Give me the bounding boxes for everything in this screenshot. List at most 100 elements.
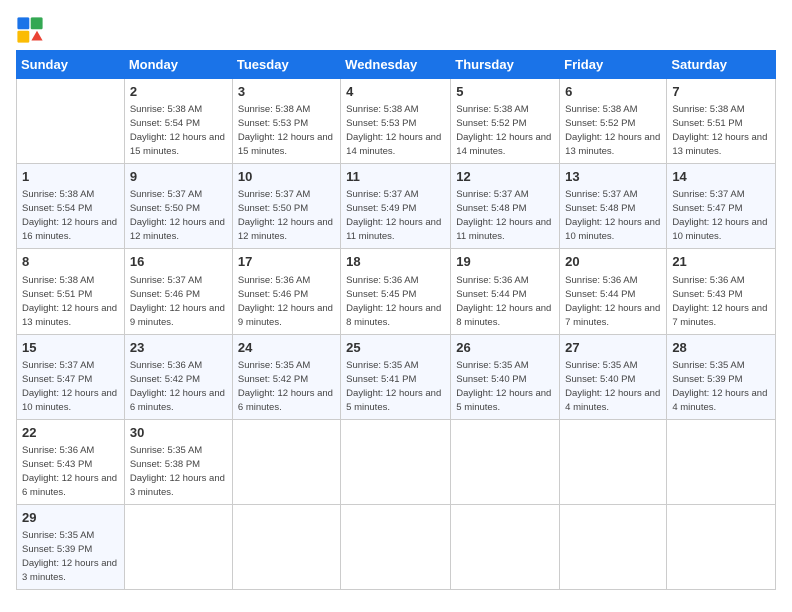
- weekday-header-saturday: Saturday: [667, 51, 776, 79]
- day-number: 24: [238, 339, 335, 357]
- calendar-cell: 9 Sunrise: 5:37 AMSunset: 5:50 PMDayligh…: [124, 164, 232, 249]
- day-info: Sunrise: 5:37 AMSunset: 5:48 PMDaylight:…: [565, 189, 660, 242]
- day-info: Sunrise: 5:36 AMSunset: 5:46 PMDaylight:…: [238, 275, 333, 328]
- calendar-week-row: 2 Sunrise: 5:38 AMSunset: 5:54 PMDayligh…: [17, 79, 776, 164]
- calendar-cell: 30 Sunrise: 5:35 AMSunset: 5:38 PMDaylig…: [124, 419, 232, 504]
- calendar-cell: 6 Sunrise: 5:38 AMSunset: 5:52 PMDayligh…: [560, 79, 667, 164]
- logo: [16, 16, 48, 44]
- day-info: Sunrise: 5:38 AMSunset: 5:52 PMDaylight:…: [456, 104, 551, 157]
- day-number: 18: [346, 253, 445, 271]
- day-info: Sunrise: 5:35 AMSunset: 5:40 PMDaylight:…: [456, 360, 551, 413]
- calendar-week-row: 1 Sunrise: 5:38 AMSunset: 5:54 PMDayligh…: [17, 164, 776, 249]
- calendar-cell: 27 Sunrise: 5:35 AMSunset: 5:40 PMDaylig…: [560, 334, 667, 419]
- day-number: 25: [346, 339, 445, 357]
- day-info: Sunrise: 5:36 AMSunset: 5:43 PMDaylight:…: [672, 275, 767, 328]
- calendar-cell: 4 Sunrise: 5:38 AMSunset: 5:53 PMDayligh…: [341, 79, 451, 164]
- day-info: Sunrise: 5:35 AMSunset: 5:42 PMDaylight:…: [238, 360, 333, 413]
- day-number: 19: [456, 253, 554, 271]
- day-number: 26: [456, 339, 554, 357]
- day-number: 8: [22, 253, 119, 271]
- calendar-cell: 18 Sunrise: 5:36 AMSunset: 5:45 PMDaylig…: [341, 249, 451, 334]
- weekday-header-monday: Monday: [124, 51, 232, 79]
- calendar-cell: 11 Sunrise: 5:37 AMSunset: 5:49 PMDaylig…: [341, 164, 451, 249]
- day-info: Sunrise: 5:36 AMSunset: 5:44 PMDaylight:…: [565, 275, 660, 328]
- day-info: Sunrise: 5:38 AMSunset: 5:54 PMDaylight:…: [22, 189, 117, 242]
- day-number: 1: [22, 168, 119, 186]
- calendar-cell: 14 Sunrise: 5:37 AMSunset: 5:47 PMDaylig…: [667, 164, 776, 249]
- day-info: Sunrise: 5:37 AMSunset: 5:49 PMDaylight:…: [346, 189, 441, 242]
- day-info: Sunrise: 5:38 AMSunset: 5:54 PMDaylight:…: [130, 104, 225, 157]
- calendar-cell: 20 Sunrise: 5:36 AMSunset: 5:44 PMDaylig…: [560, 249, 667, 334]
- day-info: Sunrise: 5:35 AMSunset: 5:40 PMDaylight:…: [565, 360, 660, 413]
- day-info: Sunrise: 5:36 AMSunset: 5:42 PMDaylight:…: [130, 360, 225, 413]
- day-info: Sunrise: 5:37 AMSunset: 5:46 PMDaylight:…: [130, 275, 225, 328]
- day-info: Sunrise: 5:36 AMSunset: 5:43 PMDaylight:…: [22, 445, 117, 498]
- calendar-cell: [451, 419, 560, 504]
- calendar-cell: 24 Sunrise: 5:35 AMSunset: 5:42 PMDaylig…: [232, 334, 340, 419]
- day-number: 15: [22, 339, 119, 357]
- page-container: SundayMondayTuesdayWednesdayThursdayFrid…: [0, 0, 792, 598]
- calendar-cell: 25 Sunrise: 5:35 AMSunset: 5:41 PMDaylig…: [341, 334, 451, 419]
- day-number: 23: [130, 339, 227, 357]
- day-number: 17: [238, 253, 335, 271]
- calendar-cell: 10 Sunrise: 5:37 AMSunset: 5:50 PMDaylig…: [232, 164, 340, 249]
- day-info: Sunrise: 5:37 AMSunset: 5:47 PMDaylight:…: [672, 189, 767, 242]
- calendar-cell: 8 Sunrise: 5:38 AMSunset: 5:51 PMDayligh…: [17, 249, 125, 334]
- calendar-cell: [560, 419, 667, 504]
- day-info: Sunrise: 5:37 AMSunset: 5:50 PMDaylight:…: [238, 189, 333, 242]
- calendar-cell: 21 Sunrise: 5:36 AMSunset: 5:43 PMDaylig…: [667, 249, 776, 334]
- calendar-cell: [667, 504, 776, 589]
- day-info: Sunrise: 5:35 AMSunset: 5:38 PMDaylight:…: [130, 445, 225, 498]
- calendar-cell: 17 Sunrise: 5:36 AMSunset: 5:46 PMDaylig…: [232, 249, 340, 334]
- day-info: Sunrise: 5:38 AMSunset: 5:53 PMDaylight:…: [238, 104, 333, 157]
- logo-icon: [16, 16, 44, 44]
- calendar-cell: [341, 504, 451, 589]
- calendar-week-row: 22 Sunrise: 5:36 AMSunset: 5:43 PMDaylig…: [17, 419, 776, 504]
- calendar-cell: [17, 79, 125, 164]
- day-number: 12: [456, 168, 554, 186]
- weekday-header-tuesday: Tuesday: [232, 51, 340, 79]
- day-info: Sunrise: 5:37 AMSunset: 5:48 PMDaylight:…: [456, 189, 551, 242]
- calendar-cell: 5 Sunrise: 5:38 AMSunset: 5:52 PMDayligh…: [451, 79, 560, 164]
- day-number: 30: [130, 424, 227, 442]
- calendar-cell: 2 Sunrise: 5:38 AMSunset: 5:54 PMDayligh…: [124, 79, 232, 164]
- header: [16, 16, 776, 44]
- calendar-cell: 16 Sunrise: 5:37 AMSunset: 5:46 PMDaylig…: [124, 249, 232, 334]
- calendar-cell: 13 Sunrise: 5:37 AMSunset: 5:48 PMDaylig…: [560, 164, 667, 249]
- day-info: Sunrise: 5:37 AMSunset: 5:47 PMDaylight:…: [22, 360, 117, 413]
- day-number: 13: [565, 168, 661, 186]
- day-number: 14: [672, 168, 770, 186]
- day-number: 11: [346, 168, 445, 186]
- calendar-table: SundayMondayTuesdayWednesdayThursdayFrid…: [16, 50, 776, 590]
- calendar-cell: 19 Sunrise: 5:36 AMSunset: 5:44 PMDaylig…: [451, 249, 560, 334]
- day-number: 4: [346, 83, 445, 101]
- calendar-week-row: 8 Sunrise: 5:38 AMSunset: 5:51 PMDayligh…: [17, 249, 776, 334]
- day-number: 3: [238, 83, 335, 101]
- calendar-week-row: 29 Sunrise: 5:35 AMSunset: 5:39 PMDaylig…: [17, 504, 776, 589]
- calendar-cell: 23 Sunrise: 5:36 AMSunset: 5:42 PMDaylig…: [124, 334, 232, 419]
- calendar-cell: [667, 419, 776, 504]
- day-number: 7: [672, 83, 770, 101]
- calendar-cell: 29 Sunrise: 5:35 AMSunset: 5:39 PMDaylig…: [17, 504, 125, 589]
- calendar-cell: [124, 504, 232, 589]
- calendar-cell: [341, 419, 451, 504]
- calendar-cell: 22 Sunrise: 5:36 AMSunset: 5:43 PMDaylig…: [17, 419, 125, 504]
- day-number: 2: [130, 83, 227, 101]
- day-info: Sunrise: 5:38 AMSunset: 5:52 PMDaylight:…: [565, 104, 660, 157]
- day-number: 16: [130, 253, 227, 271]
- calendar-cell: 28 Sunrise: 5:35 AMSunset: 5:39 PMDaylig…: [667, 334, 776, 419]
- weekday-header-friday: Friday: [560, 51, 667, 79]
- day-info: Sunrise: 5:38 AMSunset: 5:53 PMDaylight:…: [346, 104, 441, 157]
- calendar-cell: 7 Sunrise: 5:38 AMSunset: 5:51 PMDayligh…: [667, 79, 776, 164]
- day-number: 9: [130, 168, 227, 186]
- calendar-cell: [232, 504, 340, 589]
- calendar-cell: 26 Sunrise: 5:35 AMSunset: 5:40 PMDaylig…: [451, 334, 560, 419]
- calendar-cell: 12 Sunrise: 5:37 AMSunset: 5:48 PMDaylig…: [451, 164, 560, 249]
- day-info: Sunrise: 5:37 AMSunset: 5:50 PMDaylight:…: [130, 189, 225, 242]
- calendar-cell: [560, 504, 667, 589]
- calendar-cell: 1 Sunrise: 5:38 AMSunset: 5:54 PMDayligh…: [17, 164, 125, 249]
- weekday-header-thursday: Thursday: [451, 51, 560, 79]
- day-number: 10: [238, 168, 335, 186]
- weekday-header-sunday: Sunday: [17, 51, 125, 79]
- calendar-cell: 15 Sunrise: 5:37 AMSunset: 5:47 PMDaylig…: [17, 334, 125, 419]
